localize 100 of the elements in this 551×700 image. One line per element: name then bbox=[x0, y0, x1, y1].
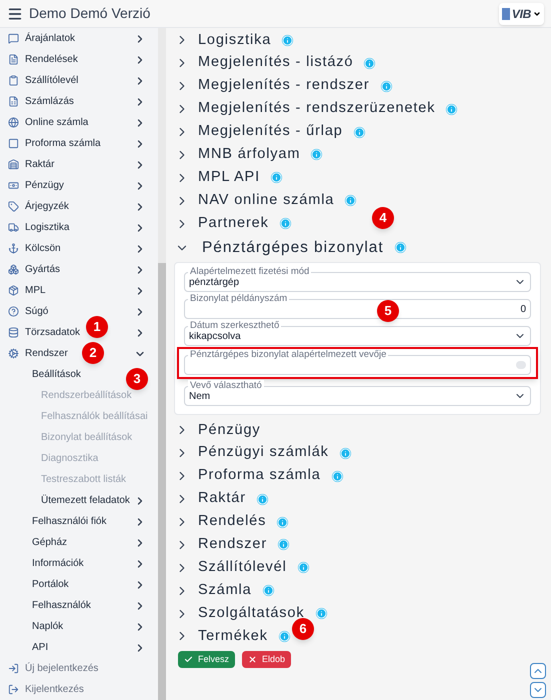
settings-section-header[interactable]: Számla bbox=[174, 579, 274, 602]
sidebar-item[interactable]: Felhasználói fiók bbox=[32, 514, 106, 529]
save-button[interactable]: Felvesz bbox=[178, 650, 236, 668]
banknote-icon bbox=[8, 180, 19, 191]
sidebar-item[interactable]: Rendelések bbox=[8, 52, 78, 67]
info-icon[interactable] bbox=[364, 58, 376, 69]
sidebar-item[interactable]: Pénzügy bbox=[8, 178, 64, 193]
discard-button[interactable]: Eldob bbox=[242, 650, 292, 668]
logo-dropdown[interactable]: VIB bbox=[498, 2, 544, 24]
sidebar-item[interactable]: Gépház bbox=[32, 535, 68, 550]
settings-section-header[interactable]: Pénztárgépes bizonylat bbox=[174, 235, 406, 260]
field-label: Pénztárgépes bizonylat alapértelmezett vevője bbox=[188, 349, 388, 362]
info-icon[interactable] bbox=[446, 104, 458, 115]
package-icon bbox=[8, 285, 19, 296]
field-value: kikapcsolva bbox=[189, 330, 241, 344]
info-icon[interactable] bbox=[282, 34, 294, 46]
sidebar-item[interactable]: Árjegyzék bbox=[8, 199, 69, 214]
field-value: pénztárgép bbox=[189, 276, 240, 290]
settings-section-header[interactable]: Szállítólevél bbox=[174, 556, 309, 580]
scroll-up-button[interactable] bbox=[530, 663, 546, 679]
field-label: Dátum szerkeszthető bbox=[188, 320, 282, 332]
sidebar-item[interactable]: Raktár bbox=[8, 157, 54, 172]
sidebar-item[interactable]: Proforma számla bbox=[8, 136, 101, 151]
tag-icon bbox=[8, 201, 19, 212]
info-icon[interactable] bbox=[270, 172, 282, 184]
settings-section-header[interactable]: Megjelenítés - űrlap bbox=[174, 120, 365, 144]
settings-section-header[interactable]: Logisztika bbox=[174, 29, 294, 52]
sidebar-item[interactable]: Logisztika bbox=[8, 220, 70, 235]
info-icon[interactable] bbox=[340, 448, 351, 459]
database-icon bbox=[8, 327, 19, 338]
sidebar-item[interactable]: Kölcsön bbox=[8, 241, 61, 256]
field-value: Nem bbox=[189, 390, 210, 404]
field-label: Alapértelmezett fizetési mód bbox=[188, 266, 312, 278]
sidebar-item[interactable]: Ütemezett feladatok bbox=[41, 493, 130, 508]
sidebar-item[interactable]: Törzsadatok bbox=[8, 325, 80, 340]
globe-icon bbox=[8, 117, 19, 128]
spreadsheet-icon bbox=[8, 96, 19, 107]
sidebar-item[interactable]: Súgó bbox=[8, 304, 48, 319]
settings-section-header[interactable]: Pénzügy bbox=[174, 419, 261, 442]
sidebar-item[interactable]: Új bejelentkezés bbox=[0, 658, 158, 679]
sidebar-item[interactable]: API bbox=[32, 640, 48, 655]
sidebar-item[interactable]: MPL bbox=[8, 283, 46, 298]
info-icon[interactable] bbox=[280, 218, 291, 230]
sidebar-item[interactable]: Portálok bbox=[32, 577, 69, 592]
info-icon[interactable] bbox=[262, 585, 274, 596]
document-icon bbox=[8, 54, 19, 65]
help-icon bbox=[8, 306, 19, 317]
info-icon[interactable] bbox=[298, 562, 309, 574]
settings-section-header[interactable]: Megjelenítés - rendszerüzenetek bbox=[174, 98, 458, 121]
info-icon[interactable] bbox=[278, 539, 290, 550]
settings-section-header[interactable]: Proforma számla bbox=[174, 464, 343, 488]
settings-section-header[interactable]: Partnerek bbox=[174, 212, 291, 236]
settings-section-header[interactable]: Raktár bbox=[174, 488, 268, 511]
close-icon bbox=[248, 654, 258, 664]
anchor-icon bbox=[8, 243, 19, 254]
info-icon[interactable] bbox=[311, 149, 322, 160]
settings-section-header[interactable]: Pénzügyi számlák bbox=[174, 442, 351, 465]
sidebar-item[interactable]: Felhasználók bbox=[32, 598, 91, 613]
boxes-icon bbox=[8, 264, 19, 275]
sidebar-item[interactable]: Kijelentkezés bbox=[0, 679, 158, 700]
info-icon[interactable] bbox=[345, 195, 356, 206]
settings-section-header[interactable]: NAV online számla bbox=[174, 189, 356, 212]
info-icon[interactable] bbox=[316, 608, 326, 620]
info-icon[interactable] bbox=[256, 494, 268, 505]
sidebar-item[interactable]: Rendszer bbox=[8, 346, 68, 361]
settings-section-header[interactable]: Megjelenítés - listázó bbox=[174, 52, 376, 75]
info-icon[interactable] bbox=[394, 242, 406, 254]
info-icon[interactable] bbox=[277, 516, 288, 528]
scroll-down-button[interactable] bbox=[530, 682, 546, 698]
info-icon[interactable] bbox=[332, 470, 343, 482]
settings-section-header[interactable]: Megjelenítés - rendszer bbox=[174, 74, 392, 98]
sidebar-item[interactable]: Online számla bbox=[8, 115, 88, 130]
settings-section-header[interactable]: Rendszer bbox=[174, 533, 290, 556]
login-icon bbox=[8, 663, 19, 674]
settings-section-header[interactable]: MNB árfolyam bbox=[174, 143, 322, 166]
logout-icon bbox=[8, 684, 19, 695]
field-label: Bizonylat példányszám bbox=[188, 293, 290, 306]
app-title: Demo Demó Verzió bbox=[29, 4, 152, 23]
sidebar-item[interactable]: Gyártás bbox=[8, 262, 60, 277]
speech-bubble-icon bbox=[8, 33, 19, 44]
sidebar-item[interactable]: Naplók bbox=[32, 619, 64, 634]
warehouse-icon bbox=[8, 159, 19, 170]
callout-marker: 6 bbox=[292, 618, 314, 640]
settings-section-header[interactable]: Termékek bbox=[174, 625, 290, 648]
sidebar-item[interactable]: Beállítások bbox=[32, 367, 81, 382]
info-icon[interactable] bbox=[354, 126, 365, 138]
sidebar-item[interactable]: Szállítólevél bbox=[8, 73, 78, 88]
settings-section-header[interactable]: MPL API bbox=[174, 166, 282, 190]
info-icon[interactable] bbox=[278, 630, 290, 642]
sidebar-item[interactable]: Információk bbox=[32, 556, 84, 571]
check-icon bbox=[184, 654, 193, 664]
caret-icon bbox=[533, 10, 541, 18]
field-value: 0 bbox=[520, 302, 526, 317]
sidebar-item[interactable]: Árajánlatok bbox=[8, 31, 76, 46]
settings-section-header[interactable]: Rendelés bbox=[174, 510, 288, 534]
gears-icon bbox=[8, 348, 19, 359]
menu-icon[interactable] bbox=[7, 6, 23, 22]
sidebar-item[interactable]: Számlázás bbox=[8, 94, 74, 109]
callout-marker: 4 bbox=[372, 207, 394, 229]
info-icon[interactable] bbox=[380, 80, 392, 92]
